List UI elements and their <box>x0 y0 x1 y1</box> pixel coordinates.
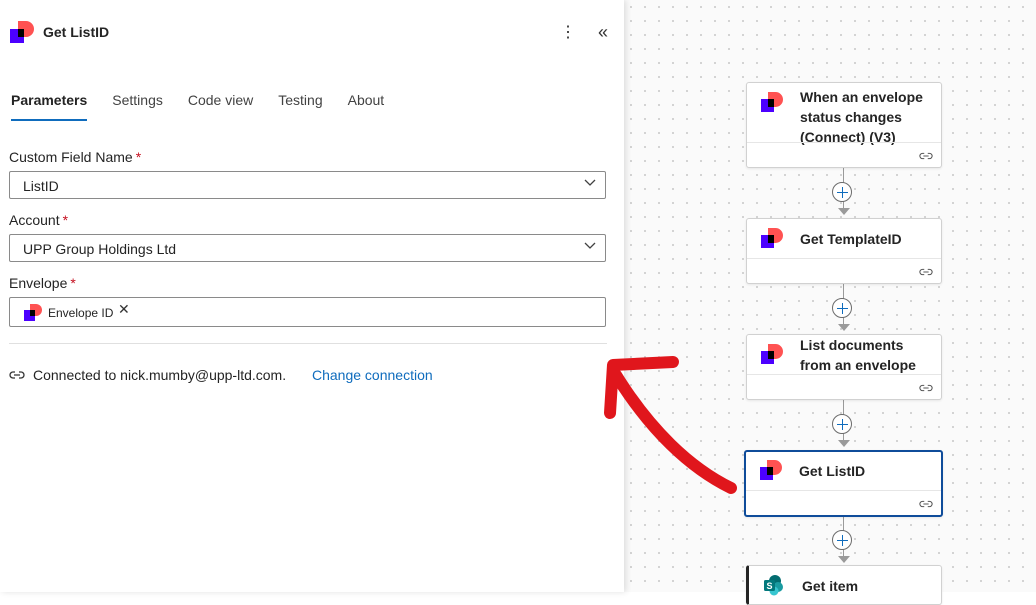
link-icon <box>9 371 25 379</box>
connector-arrowhead <box>838 440 850 447</box>
tab-code-view[interactable]: Code view <box>188 92 253 122</box>
link-icon <box>919 152 933 160</box>
insert-step-button[interactable] <box>832 414 852 434</box>
docusign-icon <box>761 228 783 250</box>
required-mark: * <box>135 149 142 165</box>
flow-step-card-selected[interactable]: Get ListID <box>744 450 943 517</box>
flow-step-card[interactable]: S Get item <box>746 565 942 605</box>
svg-text:S: S <box>766 581 772 591</box>
docusign-icon <box>760 460 782 482</box>
docusign-icon <box>761 344 783 366</box>
tab-settings[interactable]: Settings <box>112 92 163 122</box>
insert-step-button[interactable] <box>832 298 852 318</box>
envelope-input[interactable]: Envelope ID ✕ <box>9 297 606 327</box>
envelope-label-text: Envelope <box>9 275 68 291</box>
step-footer <box>746 490 941 515</box>
docusign-icon <box>24 304 42 322</box>
step-footer <box>747 374 941 399</box>
account-dropdown[interactable]: UPP Group Holdings Ltd <box>9 234 606 262</box>
sharepoint-icon: S <box>764 575 783 596</box>
account-value: UPP Group Holdings Ltd <box>23 241 177 257</box>
step-title: Get item <box>802 578 859 594</box>
flow-step-card[interactable]: When an envelope status changes (Connect… <box>746 82 942 168</box>
connection-status-text: Connected to nick.mumby@upp-ltd.com. <box>33 367 287 383</box>
chevron-down-icon <box>584 179 596 186</box>
custom-field-name-value: ListID <box>23 178 59 194</box>
divider <box>9 343 607 344</box>
custom-field-name-dropdown[interactable]: ListID <box>9 171 606 199</box>
step-footer <box>747 142 941 167</box>
remove-token-icon[interactable]: ✕ <box>118 301 130 318</box>
insert-step-button[interactable] <box>832 182 852 202</box>
connector-arrowhead <box>838 208 850 215</box>
step-title: List documents from an envelope <box>800 337 916 373</box>
step-title: Get ListID <box>799 463 866 479</box>
required-mark: * <box>70 275 76 291</box>
parameters-panel: Get ListID ⋮ « Parameters Settings Code … <box>0 0 624 592</box>
custom-field-name-label: Custom Field Name * <box>9 149 141 165</box>
more-options-icon[interactable]: ⋮ <box>560 22 576 44</box>
envelope-label: Envelope * <box>9 275 76 291</box>
connector-arrowhead <box>838 556 850 563</box>
flow-step-card[interactable]: Get TemplateID <box>746 218 942 284</box>
tab-parameters[interactable]: Parameters <box>11 92 88 122</box>
docusign-icon <box>10 21 34 45</box>
tab-testing[interactable]: Testing <box>278 92 322 122</box>
collapse-panel-icon[interactable]: « <box>594 22 612 44</box>
envelope-id-token: Envelope ID <box>48 306 114 320</box>
step-title: When an envelope status changes (Connect… <box>800 89 923 145</box>
change-connection-link[interactable]: Change connection <box>312 367 433 383</box>
panel-title: Get ListID <box>43 24 110 40</box>
step-title: Get TemplateID <box>800 231 902 247</box>
flow-step-card[interactable]: List documents from an envelope <box>746 334 942 400</box>
step-footer <box>747 258 941 283</box>
docusign-icon <box>761 92 783 114</box>
link-icon <box>919 500 933 508</box>
link-icon <box>919 268 933 276</box>
chevron-down-icon <box>584 242 596 249</box>
link-icon <box>919 384 933 392</box>
tab-bar: Parameters Settings Code view Testing Ab… <box>11 92 409 122</box>
custom-field-name-label-text: Custom Field Name <box>9 149 133 165</box>
account-label: Account * <box>9 212 68 228</box>
tab-about[interactable]: About <box>348 92 385 122</box>
insert-step-button[interactable] <box>832 530 852 550</box>
account-label-text: Account <box>9 212 60 228</box>
connector-arrowhead <box>838 324 850 331</box>
required-mark: * <box>62 212 69 228</box>
